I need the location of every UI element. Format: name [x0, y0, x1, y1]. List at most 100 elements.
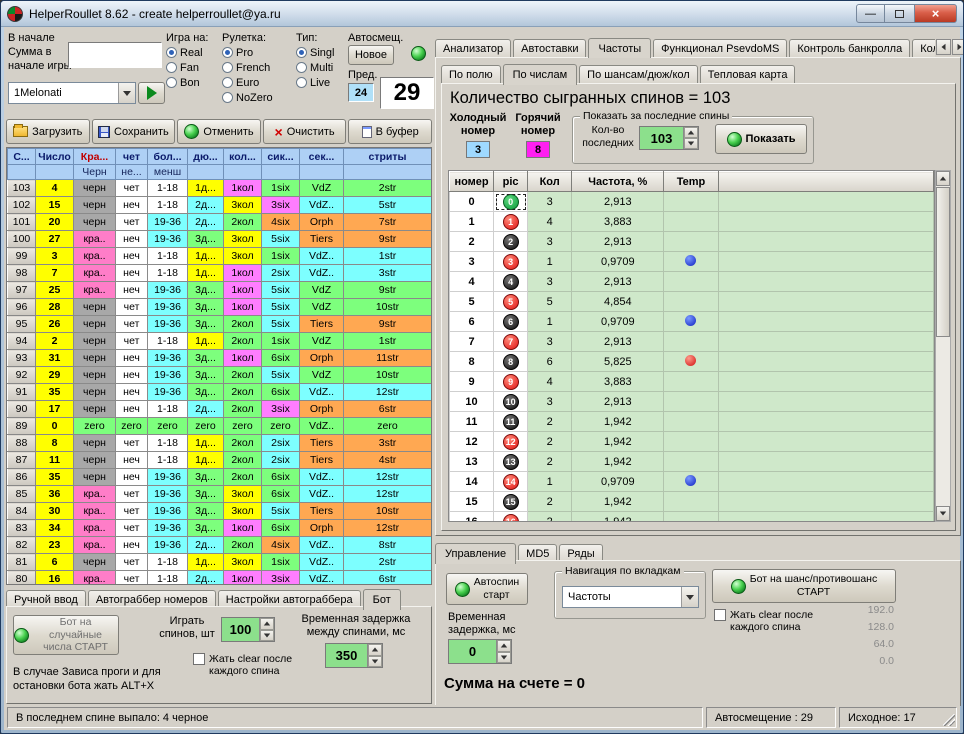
tab-По полю[interactable]: По полю	[441, 65, 501, 84]
tab-navigation-group: Навигация по вкладкам Частоты	[554, 571, 706, 619]
mode-group: Тип: SinglMultiLive	[296, 32, 346, 117]
new-shift-button[interactable]: Новое	[348, 45, 394, 65]
tab-Анализатор[interactable]: Анализатор	[435, 39, 511, 58]
load-label: Загрузить	[32, 126, 82, 138]
bot-delay-down-button[interactable]	[368, 656, 382, 668]
resize-grip[interactable]	[943, 714, 955, 726]
radio-French[interactable]: French	[222, 60, 294, 75]
undo-button[interactable]: Отменить	[177, 119, 261, 144]
control-delay-down-button[interactable]	[497, 652, 511, 664]
history-cell: VdZ	[300, 282, 344, 299]
radio-Bon[interactable]: Bon	[166, 75, 220, 90]
control-delay-up-button[interactable]	[497, 640, 511, 652]
clear-button[interactable]: ×Очистить	[263, 119, 347, 144]
history-cell: Tiers	[300, 435, 344, 452]
chance-bot-button[interactable]: Бот на шанс/противошанс СТАРТ	[712, 569, 896, 603]
freq-row[interactable]: 121221,942	[450, 432, 934, 452]
tab-Бот[interactable]: Бот	[363, 589, 401, 610]
freq-count: 2	[528, 492, 572, 512]
freq-row[interactable]: 2232,913	[450, 232, 934, 252]
random-bot-button[interactable]: Бот на случайные числа СТАРТ	[13, 615, 119, 655]
freq-row[interactable]: 6610,9709	[450, 312, 934, 332]
show-button[interactable]: Показать	[715, 124, 807, 154]
radio-NoZero[interactable]: NoZero	[222, 90, 294, 105]
bot-delay-up-button[interactable]	[368, 644, 382, 656]
freq-row[interactable]: 141410,9709	[450, 472, 934, 492]
freq-row[interactable]: 161621,942	[450, 512, 934, 523]
radio-Fan[interactable]: Fan	[166, 60, 220, 75]
radio-Singl[interactable]: Singl	[296, 45, 346, 60]
history-cell: VdZ..	[300, 418, 344, 435]
freq-row[interactable]: 131321,942	[450, 452, 934, 472]
tab-Тепловая карта[interactable]: Тепловая карта	[700, 65, 796, 84]
tab-scroll-left-button[interactable]	[936, 39, 951, 55]
close-button[interactable]: ×	[914, 4, 957, 23]
combo-arrow-icon[interactable]	[118, 83, 135, 103]
last-count-value[interactable]: 103	[640, 127, 683, 149]
freq-number: 2	[450, 232, 494, 252]
copy-buffer-button[interactable]: В буфер	[348, 119, 432, 144]
history-cell: 3кол	[224, 486, 262, 503]
scroll-up-button[interactable]	[936, 171, 950, 186]
history-row: 8711черннеч1-181д...2кол2sixTiers4str	[8, 452, 432, 469]
freq-row[interactable]: 5554,854	[450, 292, 934, 312]
history-cell: 2six	[262, 265, 300, 282]
history-cell: чет	[116, 214, 148, 231]
freq-row[interactable]: 111121,942	[450, 412, 934, 432]
radio-Real[interactable]: Real	[166, 45, 220, 60]
maximize-button[interactable]	[885, 4, 914, 23]
nav-combo-arrow-icon[interactable]	[681, 587, 698, 607]
tab-navigation-combobox[interactable]: Частоты	[562, 586, 699, 608]
freq-row[interactable]: 0032,913	[450, 192, 934, 212]
control-clear-checkbox[interactable]	[714, 609, 726, 621]
radio-Live[interactable]: Live	[296, 75, 346, 90]
tab-Частоты[interactable]: Частоты	[588, 38, 651, 58]
save-button[interactable]: Сохранить	[92, 119, 176, 144]
freq-scrollbar[interactable]	[935, 170, 951, 522]
freq-row[interactable]: 9943,883	[450, 372, 934, 392]
spins-spinner[interactable]: 100	[221, 617, 275, 642]
freq-row[interactable]: 8865,825	[450, 352, 934, 372]
control-delay-value[interactable]: 0	[449, 640, 496, 663]
minimize-button[interactable]: —	[856, 4, 885, 23]
scroll-down-button[interactable]	[936, 506, 950, 521]
freq-row[interactable]: 4432,913	[450, 272, 934, 292]
spins-up-button[interactable]	[260, 618, 274, 630]
play-button[interactable]	[138, 82, 165, 104]
freq-row[interactable]: 3310,9709	[450, 252, 934, 272]
freq-row[interactable]: 7732,913	[450, 332, 934, 352]
freq-row[interactable]: 151521,942	[450, 492, 934, 512]
count-down-button[interactable]	[684, 138, 698, 149]
freq-row[interactable]: 1143,883	[450, 212, 934, 232]
tab-По шансам/дюж/кол[interactable]: По шансам/дюж/кол	[579, 65, 698, 84]
scroll-thumb[interactable]	[936, 187, 950, 337]
history-cell: 4str	[344, 452, 432, 469]
scale-value: 0.0	[828, 653, 894, 670]
control-delay-spinner[interactable]: 0	[448, 639, 512, 664]
bot-delay-spinner[interactable]: 350	[325, 643, 383, 668]
titlebar[interactable]: HelperRoullet 8.62 - create helperroulle…	[1, 1, 963, 27]
bot-clear-checkbox[interactable]	[193, 653, 205, 665]
tab-Контроль банкролла[interactable]: Контроль банкролла	[789, 39, 910, 58]
preset-combobox[interactable]: 1Melonati	[8, 82, 136, 104]
tab-Колесо[interactable]: Колесо	[912, 39, 935, 58]
bot-delay-value[interactable]: 350	[326, 644, 367, 667]
spins-down-button[interactable]	[260, 630, 274, 642]
radio-Multi[interactable]: Multi	[296, 60, 346, 75]
tab-scroll-right-button[interactable]	[952, 39, 964, 55]
start-sum-input[interactable]	[68, 42, 162, 68]
tab-Управление[interactable]: Управление	[435, 543, 516, 564]
spins-value[interactable]: 100	[222, 618, 259, 641]
freq-percent: 3,883	[572, 212, 664, 232]
radio-Euro[interactable]: Euro	[222, 75, 294, 90]
autospin-button[interactable]: Автоспин старт	[446, 573, 528, 605]
tab-По числам[interactable]: По числам	[503, 64, 578, 85]
last-count-spinner[interactable]: 103	[639, 126, 699, 150]
radio-Pro[interactable]: Pro	[222, 45, 294, 60]
tab-Функционал PsevdoMS[interactable]: Функционал PsevdoMS	[653, 39, 787, 58]
autoshift-label: Автосмещ.	[348, 32, 403, 44]
freq-row[interactable]: 101032,913	[450, 392, 934, 412]
count-up-button[interactable]	[684, 127, 698, 138]
tab-Автоставки[interactable]: Автоставки	[513, 39, 586, 58]
load-button[interactable]: Загрузить	[6, 119, 90, 144]
